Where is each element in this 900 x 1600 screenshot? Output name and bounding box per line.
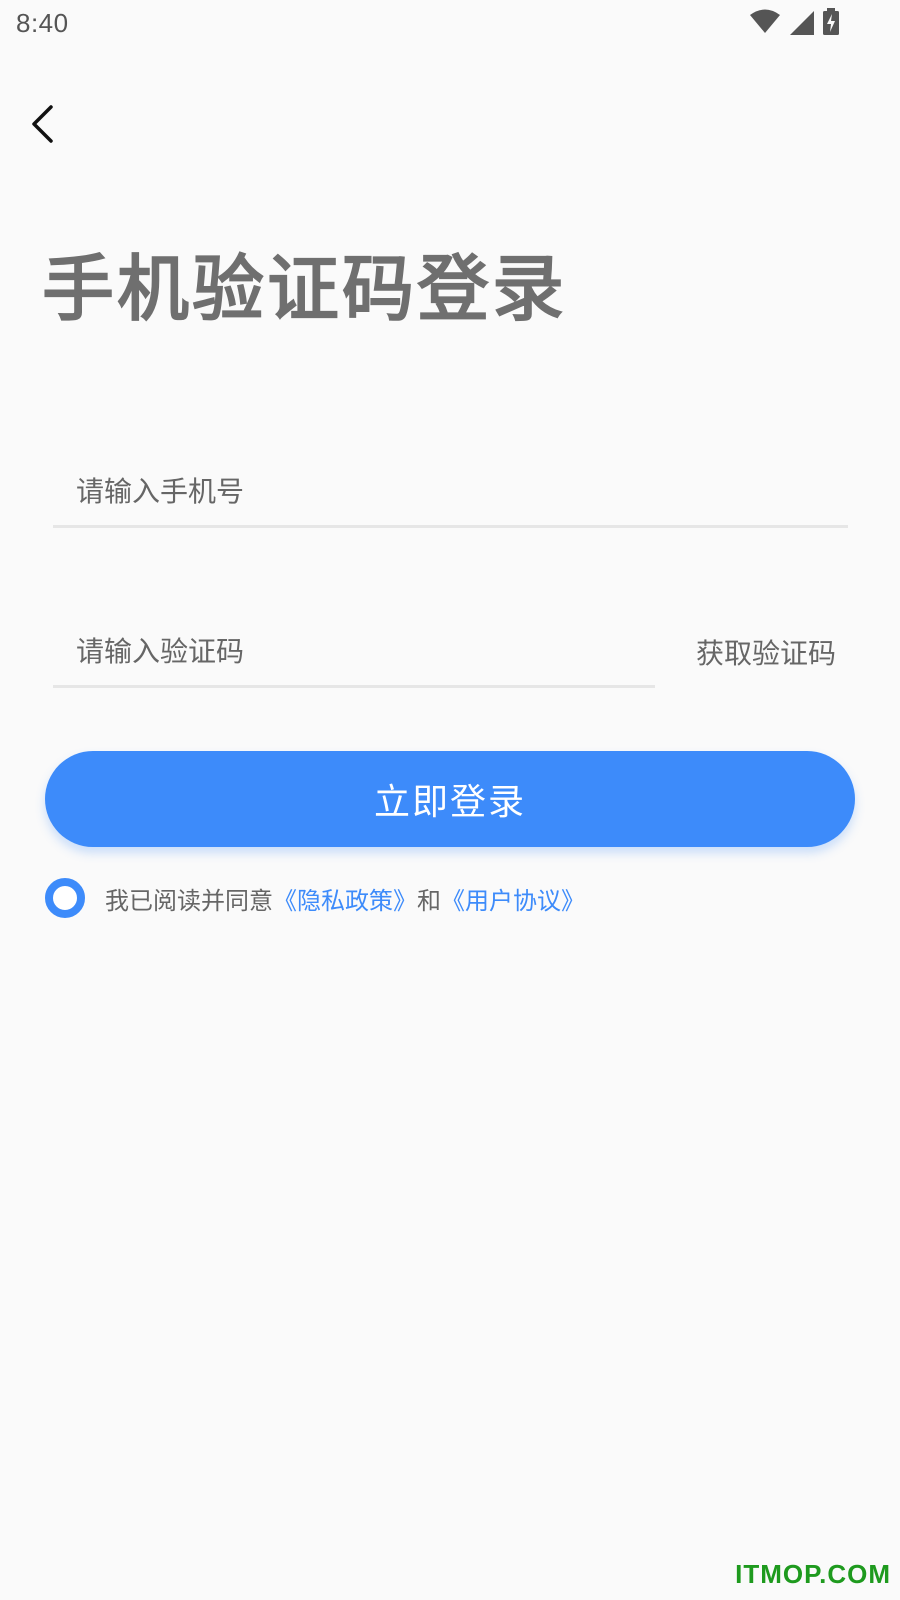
page-title: 手机验证码登录 [42, 247, 568, 331]
agreement-prefix: 我已阅读并同意 [105, 886, 273, 915]
phone-field [53, 458, 848, 528]
battery-charging-icon [822, 8, 840, 36]
cellular-signal-icon [788, 9, 814, 35]
privacy-policy-link[interactable]: 《隐私政策》 [273, 881, 417, 916]
status-time: 8:40 [16, 8, 69, 38]
code-field [53, 618, 655, 688]
get-code-button[interactable]: 获取验证码 [696, 632, 836, 672]
status-bar: 8:40 [0, 0, 900, 50]
agreement-conjunction: 和 [417, 886, 441, 915]
agreement-radio[interactable] [45, 878, 85, 918]
wifi-icon [750, 9, 780, 35]
back-button[interactable] [18, 98, 66, 154]
chevron-left-icon [29, 104, 55, 148]
status-icons [750, 8, 840, 36]
user-agreement-link[interactable]: 《用户协议》 [441, 881, 585, 916]
watermark: ITMOP.COM [735, 1559, 891, 1589]
login-button[interactable]: 立即登录 [45, 751, 855, 847]
agreement-row: 我已阅读并同意 《隐私政策》 和 《用户协议》 [45, 878, 585, 918]
phone-input[interactable] [53, 458, 848, 525]
verification-code-input[interactable] [53, 618, 655, 685]
